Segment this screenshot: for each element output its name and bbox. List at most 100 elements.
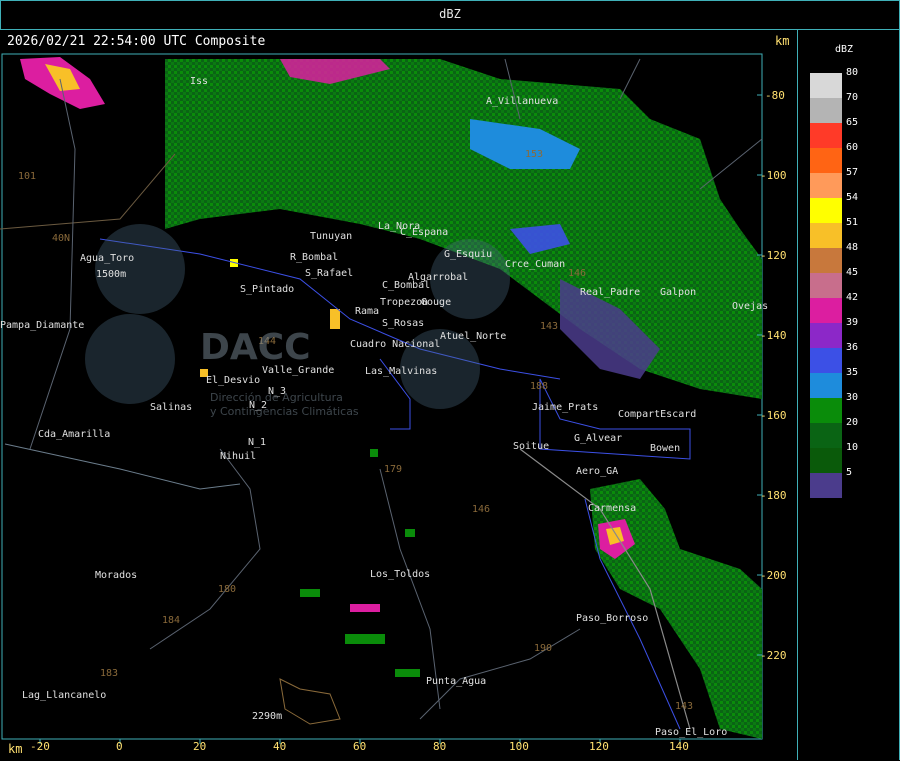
legend-label: 60 <box>846 142 859 153</box>
legend-swatch <box>810 98 842 123</box>
radar-map[interactable]: -20 0 20 40 60 80 100 120 140 -80 -100 -… <box>0 29 797 760</box>
legend-swatch <box>810 223 842 248</box>
x-tick-label: 80 <box>433 740 446 753</box>
y-tick-label: -220 <box>760 649 787 662</box>
place-label: Pampa_Diamante <box>0 320 84 331</box>
place-label: Morados <box>95 570 137 581</box>
legend-swatch <box>810 148 842 173</box>
place-label: Los_Toldos <box>370 569 430 580</box>
place-label: Soitue <box>513 441 549 452</box>
legend-swatch <box>810 173 842 198</box>
place-label: G_Alvear <box>574 433 622 444</box>
legend-label: 5 <box>846 467 853 478</box>
route-number: 183 <box>100 668 118 679</box>
place-label: R_Bombal <box>290 252 338 263</box>
y-tick-label: -100 <box>760 169 787 182</box>
route-number: 180 <box>218 584 236 595</box>
legend-label: 45 <box>846 267 859 278</box>
x-tick-label: 60 <box>353 740 366 753</box>
place-label: Las_Malvinas <box>365 366 437 377</box>
place-label: Lag_Llancanelo <box>22 690 106 701</box>
place-label: Agua_Toro <box>80 253 134 264</box>
unit-label-top: km <box>775 34 790 48</box>
x-tick-label: -20 <box>30 740 50 753</box>
x-tick-label: 40 <box>273 740 286 753</box>
radar-timestamp: 2026/02/21 22:54:00 UTC Composite <box>7 34 266 49</box>
legend-label: 30 <box>846 392 859 403</box>
y-tick-label: -120 <box>760 249 787 262</box>
route-number: 146 <box>472 504 490 515</box>
x-tick-label: 20 <box>193 740 206 753</box>
route-number: 143 <box>540 321 558 332</box>
legend-label: 70 <box>846 92 859 103</box>
place-label: Salinas <box>150 402 192 413</box>
watermark-line2: y Contingencias Climáticas <box>210 405 359 418</box>
y-tick-label: -160 <box>760 409 787 422</box>
place-label: Atuel_Norte <box>440 331 506 342</box>
x-tick-label: 100 <box>509 740 529 753</box>
legend-swatch <box>810 273 842 298</box>
y-tick-label: -140 <box>760 329 787 342</box>
place-label: Bowen <box>650 443 680 454</box>
place-label: Tunuyan <box>310 231 352 242</box>
place-label: 1500m <box>96 269 126 280</box>
legend-swatch <box>810 473 842 498</box>
legend-label: 57 <box>846 167 859 178</box>
y-tick-label: -80 <box>765 89 785 102</box>
route-number: 179 <box>384 464 402 475</box>
place-label: 2290m <box>252 711 282 722</box>
y-tick-label: -200 <box>760 569 787 582</box>
place-label: Aero_GA <box>576 466 618 477</box>
legend-label: 36 <box>846 342 859 353</box>
place-label: Carmensa <box>588 503 636 514</box>
y-tick-label: -180 <box>760 489 787 502</box>
window-title: dBZ <box>439 7 461 21</box>
legend-swatch <box>810 348 842 373</box>
legend-label: 48 <box>846 242 859 253</box>
place-label: Paso_Borroso <box>576 613 648 624</box>
place-label: El_Desvio <box>206 375 260 386</box>
route-number: 40N <box>52 233 70 244</box>
route-number: 146 <box>568 268 586 279</box>
place-label: Gouge <box>421 297 451 308</box>
precip-area-se <box>590 479 762 739</box>
place-label: Rama <box>355 306 379 317</box>
place-label: CompartEscard <box>618 409 696 420</box>
legend-title: dBZ <box>835 44 854 55</box>
place-label: S_Rosas <box>382 318 424 329</box>
place-label: Paso_El_Loro <box>655 727 727 738</box>
legend-swatch <box>810 448 842 473</box>
place-label: C_Bombal <box>382 280 430 291</box>
legend-label: 20 <box>846 417 859 428</box>
legend-swatch <box>810 398 842 423</box>
place-label: Iss <box>190 76 208 87</box>
place-label: Galpon <box>660 287 696 298</box>
legend-swatch <box>810 123 842 148</box>
x-tick-label: 140 <box>669 740 689 753</box>
legend-label: 51 <box>846 217 859 228</box>
watermark-logo: DACC <box>200 327 311 368</box>
route-number: 101 <box>18 171 36 182</box>
legend-swatch <box>810 248 842 273</box>
route-number: 153 <box>525 149 543 160</box>
legend-label: 39 <box>846 317 859 328</box>
route-number: 190 <box>534 643 552 654</box>
legend-label: 35 <box>846 367 859 378</box>
place-label: Punta_Agua <box>426 676 486 687</box>
place-label: Cuadro Nacional <box>350 339 440 350</box>
x-tick-label: 120 <box>589 740 609 753</box>
route-number: 188 <box>530 381 548 392</box>
place-label: S_Pintado <box>240 284 294 295</box>
place-label: Jaime_Prats <box>532 402 598 413</box>
legend-label: 80 <box>846 67 859 78</box>
unit-label-bottom: km <box>8 742 23 756</box>
place-label: Real_Padre <box>580 287 640 298</box>
place-label: S_Rafael <box>305 268 353 279</box>
legend-swatch <box>810 73 842 98</box>
route-number: 184 <box>162 615 180 626</box>
legend-swatch <box>810 323 842 348</box>
watermark-line1: Dirección de Agricultura <box>210 391 343 404</box>
place-label: A_Villanueva <box>486 96 558 107</box>
place-label: Cda_Amarilla <box>38 429 110 440</box>
legend-swatch <box>810 423 842 448</box>
